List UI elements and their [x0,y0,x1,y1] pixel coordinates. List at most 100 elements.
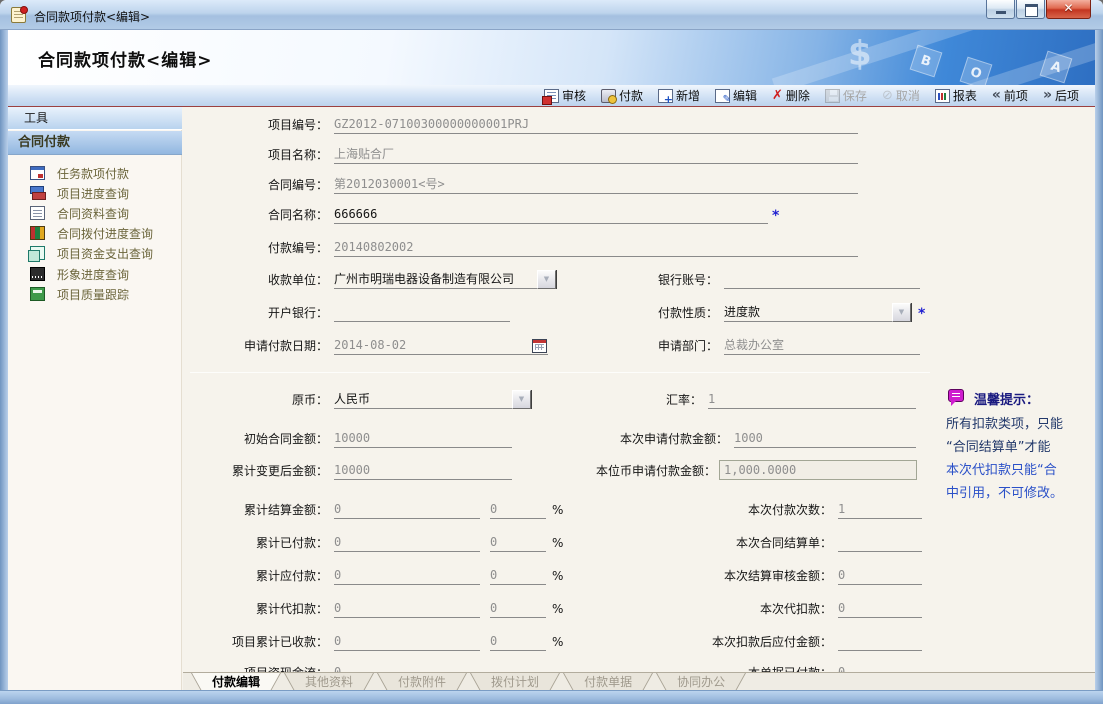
window-frame-bottom [0,690,1103,704]
project-cum-received-percent-input[interactable]: 0 [490,633,546,651]
tab-label: 付款附件 [398,675,446,689]
cum-payable-percent-input[interactable]: 0 [490,567,546,585]
document-icon [11,7,26,23]
tab-payment-edit[interactable]: 付款编辑 [191,673,281,691]
project-cum-received-input[interactable]: 0 [334,633,480,651]
payee-select-input[interactable]: 广州市明瑞电器设备制造有限公司 [334,271,537,289]
pay-button[interactable]: 付款 [601,87,643,104]
window-frame-left [0,30,8,704]
dollar-decor: $ [848,34,872,74]
cum-deduction-label: 累计代扣款： [150,600,328,618]
next-item-button[interactable]: »后项 [1043,87,1079,104]
contract-name-input[interactable]: 666666 [334,206,768,224]
base-currency-amount-input[interactable]: 1,000.0000 [719,460,917,480]
apply-date-input[interactable]: 2014-08-02 [334,337,548,355]
payment-no-input[interactable]: 20140802002 [334,239,858,257]
payable-after-deduction-input[interactable] [838,633,922,651]
tab-payment-attachment[interactable]: 付款附件 [377,673,467,691]
audit-button[interactable]: 审核 [544,87,586,104]
cum-deduction-input[interactable]: 0 [334,600,480,618]
page-title: 合同款项付款<编辑> [38,46,213,71]
percent-sign: % [552,633,572,651]
tab-collaboration[interactable]: 协同办公 [656,673,746,691]
report-button[interactable]: 报表 [935,87,977,104]
current-deduction-label: 本次代扣款： [610,600,832,618]
report-label: 报表 [953,87,977,104]
tab-label: 付款编辑 [212,675,260,689]
tab-label: 其他资料 [305,675,353,689]
project-no-input[interactable]: GZ2012-07100300000000001PRJ [334,116,858,134]
pay-times-input[interactable]: 1 [838,501,922,519]
apply-dept-input[interactable]: 总裁办公室 [724,337,920,355]
contract-no-label: 合同编号： [150,176,328,194]
delete-button[interactable]: ✗删除 [772,87,810,104]
initial-amount-input[interactable]: 10000 [334,430,512,448]
tab-label: 拨付计划 [491,675,539,689]
tip-line-1: 所有扣款类项，只能 [946,413,1063,432]
save-button[interactable]: 保存 [825,87,867,104]
prev-item-button[interactable]: «前项 [992,87,1028,104]
title-bar: 合同款项付款<编辑> [0,0,1103,30]
exchange-rate-input[interactable]: 1 [708,391,916,409]
window-frame-right [1095,30,1103,704]
contract-no-input[interactable]: 第2012030001<号> [334,176,858,194]
audit-icon [544,89,559,103]
delete-icon: ✗ [772,89,783,103]
section-divider [190,372,930,373]
cum-payable-input[interactable]: 0 [334,567,480,585]
payment-nature-dropdown-button[interactable] [892,303,911,322]
next-label: 后项 [1055,87,1079,104]
delete-label: 删除 [786,87,810,104]
cum-paid-percent-input[interactable]: 0 [490,534,546,552]
settlement-doc-input[interactable] [838,534,922,552]
payee-dropdown-button[interactable] [537,270,556,289]
next-icon: » [1043,89,1052,102]
percent-sign: % [552,567,572,585]
apply-amount-label: 本次申请付款金额： [538,430,728,448]
maximize-button[interactable] [1016,0,1045,19]
project-name-input[interactable]: 上海贴合厂 [334,146,858,164]
sidebar-item-label: 项目进度查询 [57,185,129,202]
cancel-icon: ⊘ [882,89,893,103]
cancel-label: 取消 [896,87,920,104]
cancel-button[interactable]: ⊘取消 [882,87,920,104]
close-button[interactable] [1046,0,1091,19]
deposit-bank-label: 开户银行： [150,304,328,322]
cum-paid-input[interactable]: 0 [334,534,480,552]
bank-account-input[interactable] [724,271,920,289]
new-button[interactable]: 新增 [658,87,700,104]
current-deduction-input[interactable]: 0 [838,600,922,618]
bank-account-label: 银行账号： [560,271,718,289]
sidebar-item-label: 合同资料查询 [57,205,129,222]
tip-line-2: “合同结算单”才能 [946,436,1050,455]
window-title: 合同款项付款<编辑> [34,8,150,25]
deposit-bank-input[interactable] [334,304,510,322]
tab-label: 协同办公 [677,675,725,689]
cum-paid-label: 累计已付款： [150,534,328,552]
project-cum-received-label: 项目累计已收款： [150,633,328,651]
sidebar-item-label: 任务款项付款 [57,165,129,182]
edit-button[interactable]: 编辑 [715,87,757,104]
cum-deduction-percent-input[interactable]: 0 [490,600,546,618]
settlement-audit-amount-input[interactable]: 0 [838,567,922,585]
tab-other-info[interactable]: 其他资料 [284,673,374,691]
minimize-button[interactable] [986,0,1015,19]
calendar-icon[interactable] [532,339,547,353]
cum-settlement-label: 累计结算金额： [150,501,328,519]
tab-payment-voucher[interactable]: 付款单据 [563,673,653,691]
apply-amount-input[interactable]: 1000 [734,430,916,448]
tab-allocation-plan[interactable]: 拨付计划 [470,673,560,691]
payment-nature-select-input[interactable]: 进度款 [724,304,892,322]
currency-dropdown-button[interactable] [512,390,531,409]
tip-bubble-icon [948,389,964,402]
currency-select-input[interactable]: 人民币 [334,391,512,409]
edit-label: 编辑 [733,87,757,104]
sidebar-item-label: 合同拨付进度查询 [57,225,153,242]
cum-settlement-percent-input[interactable]: 0 [490,501,546,519]
changed-amount-input[interactable]: 10000 [334,462,512,480]
task-payment-icon [30,166,45,180]
cum-settlement-input[interactable]: 0 [334,501,480,519]
pay-times-label: 本次付款次数： [610,501,832,519]
report-icon [935,89,950,103]
save-label: 保存 [843,87,867,104]
